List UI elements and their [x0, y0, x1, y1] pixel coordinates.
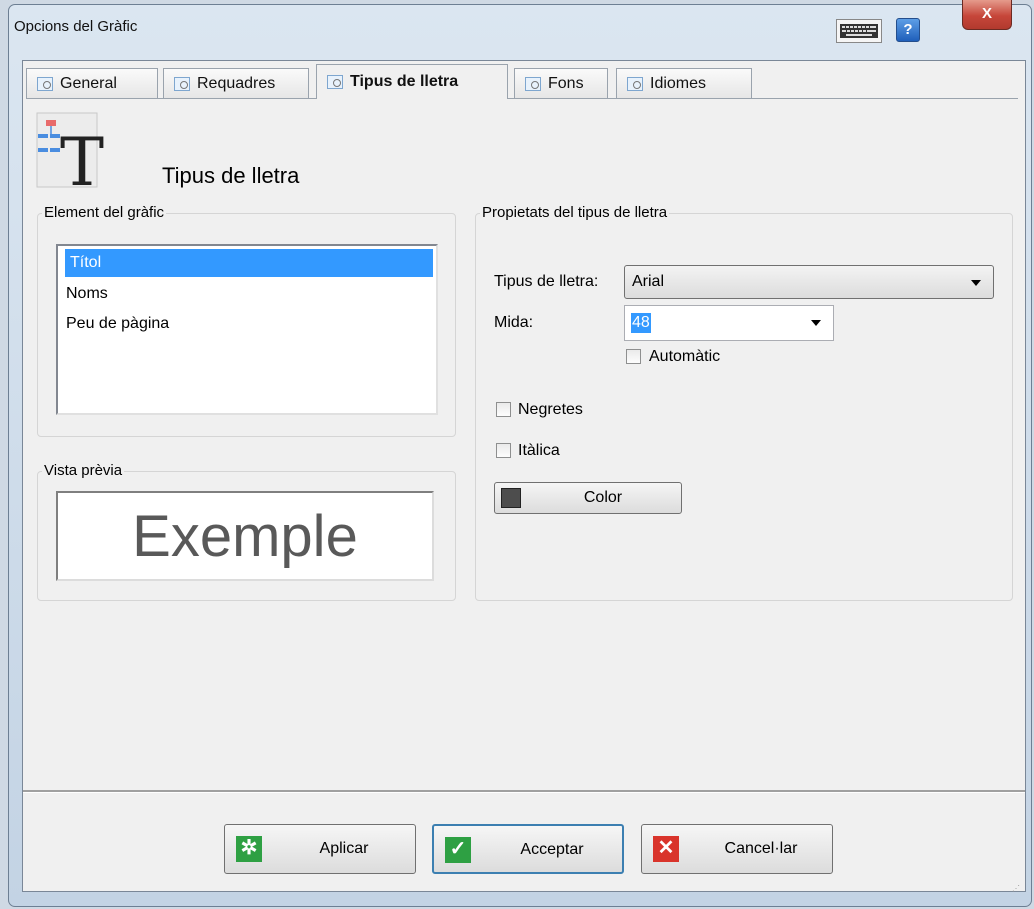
size-label: Mida: [494, 314, 534, 331]
window-title: Opcions del Gràfic [14, 18, 138, 35]
list-item-noms[interactable]: Noms [66, 280, 108, 308]
chevron-down-icon [971, 280, 981, 286]
page-title: Tipus de lletra [162, 163, 300, 188]
color-swatch [501, 488, 521, 508]
apply-button[interactable]: ✲ Aplicar [224, 824, 416, 874]
tab-label: Fons [548, 74, 584, 92]
bold-checkbox[interactable] [496, 402, 511, 417]
settings-icon [525, 76, 541, 91]
tab-label: Requadres [197, 74, 276, 92]
close-button[interactable]: X [962, 0, 1012, 30]
settings-icon [327, 75, 343, 89]
settings-icon [37, 76, 53, 91]
element-group-legend: Element del gràfic [42, 204, 167, 221]
list-item-titol[interactable]: Títol [65, 249, 433, 277]
tab-label: Tipus de lletra [350, 73, 459, 90]
tab-tipus-de-lletra[interactable]: Tipus de lletra [316, 64, 508, 99]
font-label: Tipus de lletra: [494, 273, 599, 290]
color-button[interactable]: Color [494, 482, 682, 514]
preview-group-legend: Vista prèvia [42, 462, 125, 479]
cancel-button[interactable]: ✕ Cancel·lar [641, 824, 833, 874]
automatic-label: Automàtic [649, 348, 721, 365]
font-select[interactable]: Arial [624, 265, 994, 299]
tab-requadres[interactable]: Requadres [163, 68, 309, 98]
size-value: 48 [631, 313, 651, 333]
tab-fons[interactable]: Fons [514, 68, 608, 98]
tab-idiomes[interactable]: Idiomes [616, 68, 752, 98]
help-icon[interactable]: ? [896, 18, 920, 42]
color-button-label: Color [583, 489, 623, 506]
settings-icon [627, 76, 643, 91]
cancel-label: Cancel·lar [724, 840, 798, 857]
tab-page-border [26, 98, 1018, 99]
automatic-checkbox[interactable] [626, 349, 641, 364]
preview-sample: Exemple [56, 491, 434, 581]
settings-icon [174, 76, 190, 91]
italic-checkbox[interactable] [496, 443, 511, 458]
font-select-value: Arial [632, 273, 665, 290]
tab-general[interactable]: General [26, 68, 158, 98]
header-icon-letter: T [60, 124, 104, 188]
bold-label: Negretes [518, 401, 583, 418]
checkmark-icon: ✓ [445, 837, 471, 863]
accept-label: Acceptar [520, 841, 584, 858]
size-combo[interactable]: 48 [624, 305, 834, 341]
accept-button[interactable]: ✓ Acceptar [432, 824, 624, 874]
keyboard-icon[interactable] [836, 19, 882, 43]
tab-label: General [60, 74, 117, 92]
font-properties-legend: Propietats del tipus de lletra [480, 204, 670, 221]
resize-grip-icon[interactable]: ⋰ [1012, 884, 1020, 893]
font-settings-icon: T [36, 112, 106, 201]
tab-label: Idiomes [650, 74, 707, 92]
chevron-down-icon [811, 320, 821, 326]
element-listbox[interactable]: Títol Noms Peu de pàgina [56, 244, 438, 415]
list-item-peu-de-pagina[interactable]: Peu de pàgina [66, 310, 169, 338]
apply-label: Aplicar [319, 840, 369, 857]
italic-label: Itàlica [518, 442, 560, 459]
close-icon: ✕ [653, 836, 679, 862]
apply-icon: ✲ [236, 836, 262, 862]
